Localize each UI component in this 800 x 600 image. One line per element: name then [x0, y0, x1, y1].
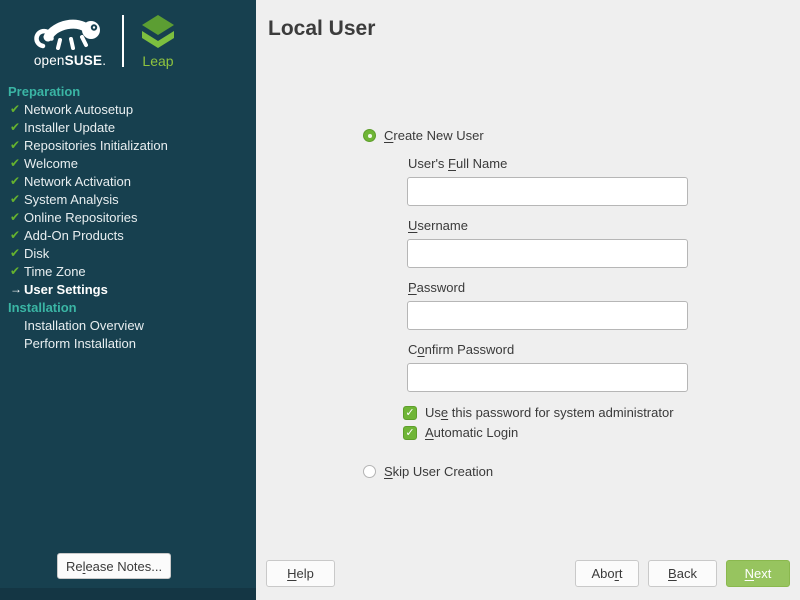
use-password-admin-row[interactable]: ✓ Use this password for system administr… — [403, 405, 674, 420]
confirm-password-input[interactable] — [407, 363, 688, 392]
full-name-label: User's Full Name — [408, 156, 507, 171]
password-label: Password — [408, 280, 465, 295]
step-label: Disk — [24, 246, 49, 261]
sidebar: openSUSE. Leap Preparation ✔ Network Aut… — [0, 0, 256, 600]
checkbox-checked-icon[interactable]: ✓ — [403, 406, 417, 420]
brand: openSUSE. Leap — [30, 12, 230, 70]
brand-divider — [122, 15, 124, 67]
opensuse-logo: openSUSE. — [30, 15, 110, 68]
check-icon: ✔ — [10, 154, 24, 172]
radio-unselected-icon[interactable] — [363, 465, 376, 478]
step-label: System Analysis — [24, 192, 119, 207]
step-label: Preparation — [8, 84, 80, 99]
step-label: Installation — [8, 300, 77, 315]
arrow-icon: → — [10, 280, 24, 298]
installer-step: Installation Overview — [8, 316, 250, 334]
username-input[interactable] — [407, 239, 688, 268]
automatic-login-label: Automatic Login — [425, 425, 518, 440]
installer-step: → User Settings — [8, 280, 250, 298]
step-label: Installer Update — [24, 120, 115, 135]
installer-step: ✔ Network Autosetup — [8, 100, 250, 118]
step-label: Network Activation — [24, 174, 131, 189]
release-notes-button[interactable]: Release Notes... — [57, 553, 171, 579]
check-icon: ✔ — [10, 190, 24, 208]
installer-step: ✔ Installer Update — [8, 118, 250, 136]
create-new-user-label: Create New User — [384, 128, 484, 143]
radio-selected-icon[interactable] — [363, 129, 376, 142]
leap-diamond-icon — [138, 14, 178, 52]
installer-step: ✔ Online Repositories — [8, 208, 250, 226]
step-label: Online Repositories — [24, 210, 137, 225]
check-icon: ✔ — [10, 100, 24, 118]
check-icon: ✔ — [10, 226, 24, 244]
skip-user-creation-radio-row[interactable]: Skip User Creation — [363, 464, 493, 479]
step-label: Repositories Initialization — [24, 138, 168, 153]
skip-user-creation-label: Skip User Creation — [384, 464, 493, 479]
main-pane: Local User Create New User User's Full N… — [256, 0, 800, 600]
installer-window: openSUSE. Leap Preparation ✔ Network Aut… — [0, 0, 800, 600]
check-icon: ✔ — [10, 172, 24, 190]
leap-logo: Leap — [138, 14, 178, 69]
next-button[interactable]: Next — [726, 560, 790, 587]
check-icon: ✔ — [10, 262, 24, 280]
installer-step: Preparation — [8, 82, 250, 100]
leap-wordmark: Leap — [142, 53, 173, 69]
username-label: Username — [408, 218, 468, 233]
installer-step: Installation — [8, 298, 250, 316]
check-icon: ✔ — [10, 118, 24, 136]
installer-step: ✔ Time Zone — [8, 262, 250, 280]
installer-steps-list: Preparation ✔ Network Autosetup ✔ Instal… — [8, 82, 250, 352]
page-title: Local User — [268, 17, 375, 41]
installer-step: ✔ Network Activation — [8, 172, 250, 190]
sidebar-bottom-strip — [0, 588, 256, 600]
step-label: Installation Overview — [24, 318, 144, 333]
installer-step: ✔ Add-On Products — [8, 226, 250, 244]
create-new-user-radio-row[interactable]: Create New User — [363, 128, 484, 143]
opensuse-wordmark: openSUSE. — [34, 53, 106, 68]
installer-step: ✔ System Analysis — [8, 190, 250, 208]
use-password-admin-label: Use this password for system administrat… — [425, 405, 674, 420]
step-label: Add-On Products — [24, 228, 124, 243]
checkbox-checked-icon[interactable]: ✓ — [403, 426, 417, 440]
check-icon: ✔ — [10, 208, 24, 226]
step-label: User Settings — [24, 282, 108, 297]
step-label: Network Autosetup — [24, 102, 133, 117]
step-label: Welcome — [24, 156, 78, 171]
check-icon: ✔ — [10, 244, 24, 262]
help-button[interactable]: Help — [266, 560, 335, 587]
installer-step: ✔ Disk — [8, 244, 250, 262]
full-name-input[interactable] — [407, 177, 688, 206]
installer-step: ✔ Welcome — [8, 154, 250, 172]
back-button[interactable]: Back — [648, 560, 717, 587]
installer-step: ✔ Repositories Initialization — [8, 136, 250, 154]
chameleon-icon — [30, 15, 110, 55]
step-label: Time Zone — [24, 264, 86, 279]
automatic-login-row[interactable]: ✓ Automatic Login — [403, 425, 518, 440]
installer-step: Perform Installation — [8, 334, 250, 352]
abort-button[interactable]: Abort — [575, 560, 639, 587]
step-label: Perform Installation — [24, 336, 136, 351]
check-icon: ✔ — [10, 136, 24, 154]
confirm-password-label: Confirm Password — [408, 342, 514, 357]
password-input[interactable] — [407, 301, 688, 330]
